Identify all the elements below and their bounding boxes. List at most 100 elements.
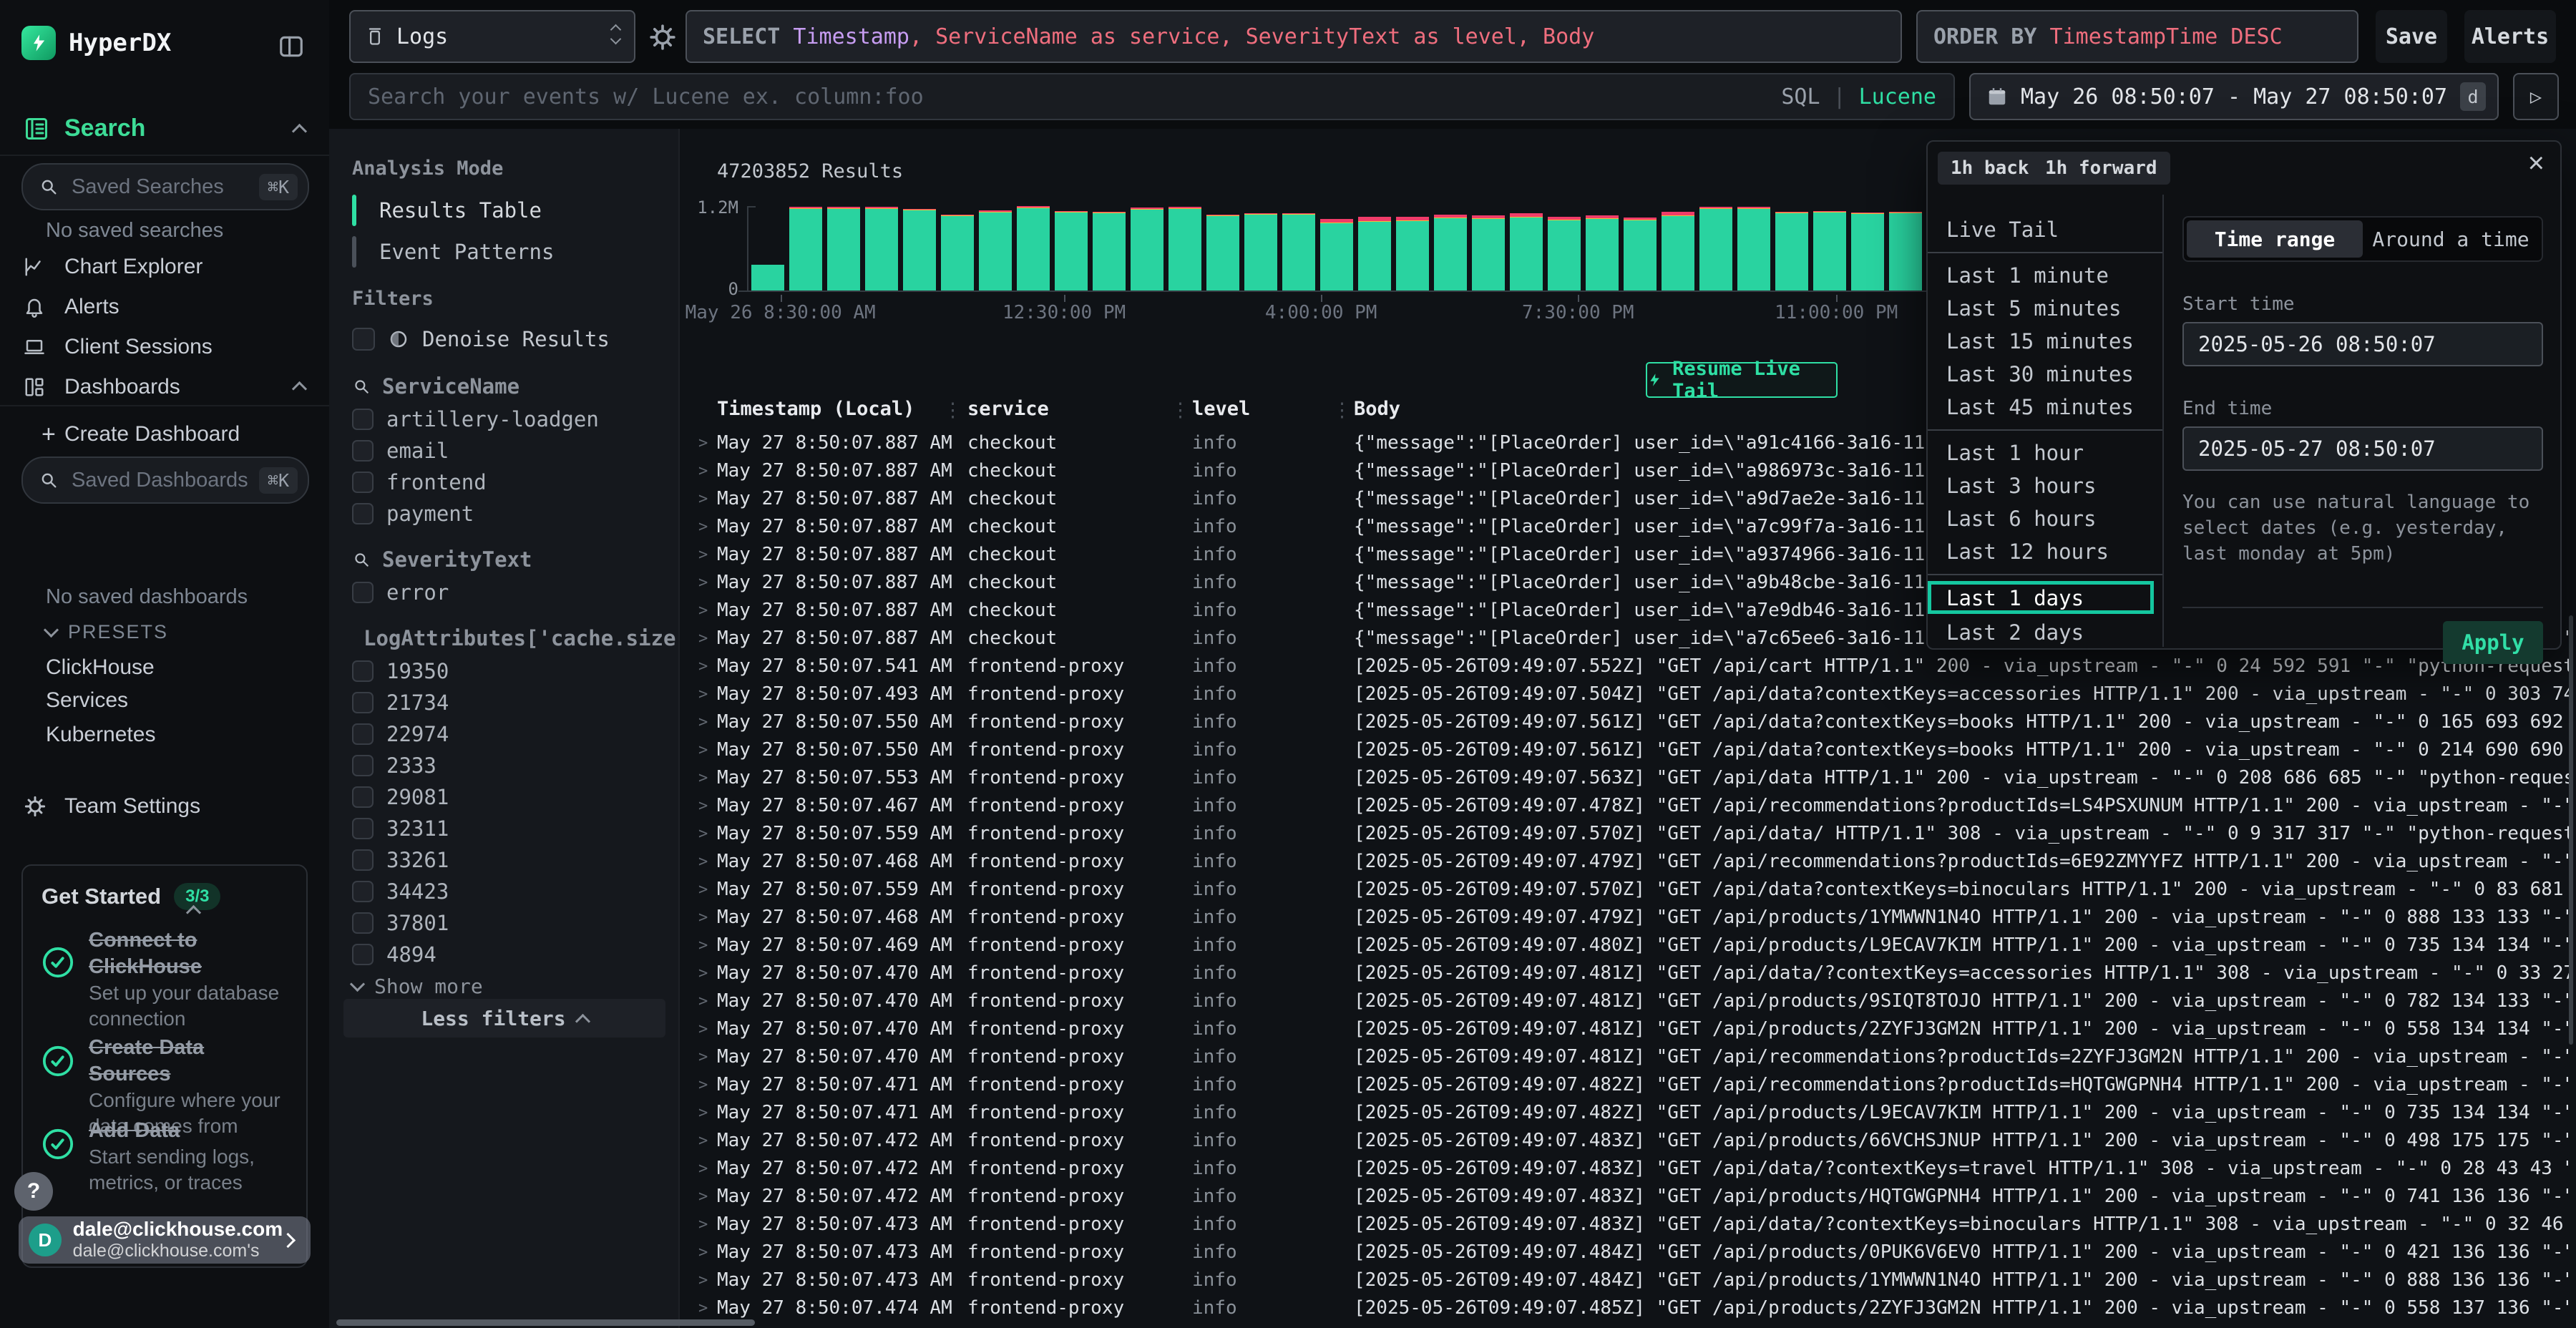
column-drag-handle-icon[interactable]: ⋮ — [943, 399, 962, 421]
histogram-bar[interactable] — [1358, 205, 1391, 290]
histogram-bar[interactable] — [1548, 205, 1581, 290]
checkbox[interactable] — [352, 582, 374, 603]
histogram-bar[interactable] — [941, 205, 974, 290]
time-preset-last-30-minutes[interactable]: Last 30 minutes — [1928, 358, 2162, 391]
histogram-bar[interactable] — [1699, 205, 1732, 290]
filter-option-artillery-loadgen[interactable]: artillery-loadgen — [352, 404, 660, 435]
search-input[interactable]: Search your events w/ Lucene ex. column:… — [349, 73, 1955, 120]
histogram-bar[interactable] — [1662, 205, 1694, 290]
preset-link-services[interactable]: Services — [46, 688, 128, 713]
close-icon[interactable]: × — [2528, 147, 2545, 180]
filter-option-2333[interactable]: 2333 — [352, 750, 660, 781]
preset-link-clickhouse[interactable]: ClickHouse — [46, 655, 155, 680]
time-preset-live-tail[interactable]: Live Tail — [1928, 213, 2162, 246]
user-menu[interactable]: D dale@clickhouse.com dale@clickhouse.co… — [19, 1216, 311, 1264]
sidebar-item-client-sessions[interactable]: Client Sessions — [0, 328, 329, 366]
histogram-bar[interactable] — [1244, 205, 1277, 290]
table-row[interactable]: >May 27 8:50:07.472 AMfrontend-proxyinfo… — [680, 1183, 2572, 1211]
histogram-bar[interactable] — [1775, 205, 1808, 290]
one-hour-back-button[interactable]: 1h back — [1938, 152, 2042, 185]
checkbox[interactable] — [352, 692, 374, 713]
histogram-bar[interactable] — [1737, 205, 1770, 290]
filter-option-37801[interactable]: 37801 — [352, 907, 660, 939]
checkbox[interactable] — [352, 786, 374, 808]
preset-link-kubernetes[interactable]: Kubernetes — [46, 723, 155, 747]
histogram-bar[interactable] — [903, 205, 936, 290]
column-level[interactable]: level — [1192, 398, 1250, 420]
saved-dashboards-input[interactable]: Saved Dashboards ⌘K — [21, 456, 309, 504]
table-row[interactable]: >May 27 8:50:07.473 AMfrontend-proxyinfo… — [680, 1239, 2572, 1266]
resume-live-tail-button[interactable]: Resume Live Tail — [1646, 362, 1838, 398]
time-preset-last-1-minute[interactable]: Last 1 minute — [1928, 259, 2162, 292]
time-preset-last-6-hours[interactable]: Last 6 hours — [1928, 502, 2162, 535]
table-row[interactable]: >May 27 8:50:07.473 AMfrontend-proxyinfo… — [680, 1266, 2572, 1294]
column-timestamp[interactable]: Timestamp (Local) — [717, 398, 914, 420]
get-started-item[interactable]: Add Data Start sending logs, metrics, or… — [42, 1118, 288, 1196]
denoise-results-checkbox[interactable]: Denoise Results — [352, 323, 610, 355]
checkbox[interactable] — [352, 472, 374, 493]
alerts-button[interactable]: Alerts — [2464, 10, 2556, 63]
time-preset-last-1-days[interactable]: Last 1 days — [1928, 581, 2154, 614]
histogram-bar[interactable] — [1131, 205, 1163, 290]
table-row[interactable]: >May 27 8:50:07.559 AMfrontend-proxyinfo… — [680, 820, 2572, 848]
filter-option-34423[interactable]: 34423 — [352, 876, 660, 907]
filter-option-21734[interactable]: 21734 — [352, 687, 660, 718]
time-preset-last-12-hours[interactable]: Last 12 hours — [1928, 535, 2162, 568]
sidebar-section-search[interactable]: Search — [0, 106, 329, 156]
order-by-editor[interactable]: ORDER BY TimestampTime DESC — [1916, 10, 2358, 63]
histogram-bar[interactable] — [865, 205, 898, 290]
table-row[interactable]: >May 27 8:50:07.559 AMfrontend-proxyinfo… — [680, 876, 2572, 904]
checkbox[interactable] — [352, 660, 374, 682]
source-settings-gear-icon[interactable] — [648, 23, 677, 52]
column-service[interactable]: service — [967, 398, 1049, 420]
checkbox[interactable] — [352, 503, 374, 524]
checkbox[interactable] — [352, 818, 374, 839]
filter-option-19350[interactable]: 19350 — [352, 655, 660, 687]
mode-event-patterns[interactable]: Event Patterns — [352, 236, 554, 268]
histogram-bar[interactable] — [1396, 205, 1429, 290]
checkbox[interactable] — [352, 849, 374, 871]
table-row[interactable]: >May 27 8:50:07.473 AMfrontend-proxyinfo… — [680, 1211, 2572, 1239]
apply-button[interactable]: Apply — [2443, 621, 2543, 664]
histogram-bar[interactable] — [1206, 205, 1239, 290]
time-preset-last-15-minutes[interactable]: Last 15 minutes — [1928, 325, 2162, 358]
filter-option-32311[interactable]: 32311 — [352, 813, 660, 844]
filter-option-error[interactable]: error — [352, 577, 660, 608]
sidebar-collapse-icon[interactable] — [278, 33, 305, 64]
filter-group-logattributes-cache-size-[interactable]: LogAttributes['cache.size'] — [352, 621, 660, 655]
checkbox[interactable] — [352, 755, 374, 776]
sidebar-item-alerts[interactable]: Alerts — [0, 288, 329, 326]
histogram-bar[interactable] — [827, 205, 860, 290]
table-row[interactable]: >May 27 8:50:07.470 AMfrontend-proxyinfo… — [680, 1015, 2572, 1043]
table-row[interactable]: >May 27 8:50:07.467 AMfrontend-proxyinfo… — [680, 792, 2572, 820]
table-row[interactable]: >May 27 8:50:07.470 AMfrontend-proxyinfo… — [680, 1043, 2572, 1071]
histogram-bar[interactable] — [1851, 205, 1884, 290]
table-row[interactable]: >May 27 8:50:07.468 AMfrontend-proxyinfo… — [680, 904, 2572, 932]
checkbox[interactable] — [352, 328, 375, 351]
time-preset-last-1-hour[interactable]: Last 1 hour — [1928, 436, 2162, 469]
help-button[interactable]: ? — [14, 1172, 53, 1211]
histogram-bar[interactable] — [1017, 205, 1050, 290]
less-filters-button[interactable]: Less filters — [343, 999, 665, 1038]
horizontal-scrollbar[interactable] — [336, 1319, 755, 1326]
table-row[interactable]: >May 27 8:50:07.472 AMfrontend-proxyinfo… — [680, 1155, 2572, 1183]
filter-option-22974[interactable]: 22974 — [352, 718, 660, 750]
time-preset-last-3-hours[interactable]: Last 3 hours — [1928, 469, 2162, 502]
filter-option-33261[interactable]: 33261 — [352, 844, 660, 876]
histogram-bar[interactable] — [1282, 205, 1315, 290]
table-row[interactable]: >May 27 8:50:07.493 AMfrontend-proxyinfo… — [680, 680, 2572, 708]
sidebar-item-chart-explorer[interactable]: Chart Explorer — [0, 248, 329, 286]
one-hour-forward-button[interactable]: 1h forward — [2032, 152, 2170, 185]
table-row[interactable]: >May 27 8:50:07.469 AMfrontend-proxyinfo… — [680, 932, 2572, 960]
histogram-bar[interactable] — [1055, 205, 1088, 290]
app-logo[interactable]: HyperDX — [21, 26, 171, 60]
filter-option-frontend[interactable]: frontend — [352, 467, 660, 498]
histogram-bar[interactable] — [1624, 205, 1657, 290]
checkbox[interactable] — [352, 440, 374, 462]
histogram-bar[interactable] — [1434, 205, 1467, 290]
histogram-bar[interactable] — [1586, 205, 1619, 290]
save-button[interactable]: Save — [2376, 10, 2447, 63]
table-row[interactable]: >May 27 8:50:07.470 AMfrontend-proxyinfo… — [680, 987, 2572, 1015]
end-time-input[interactable]: 2025-05-27 08:50:07 — [2182, 426, 2543, 471]
filter-option-email[interactable]: email — [352, 435, 660, 467]
